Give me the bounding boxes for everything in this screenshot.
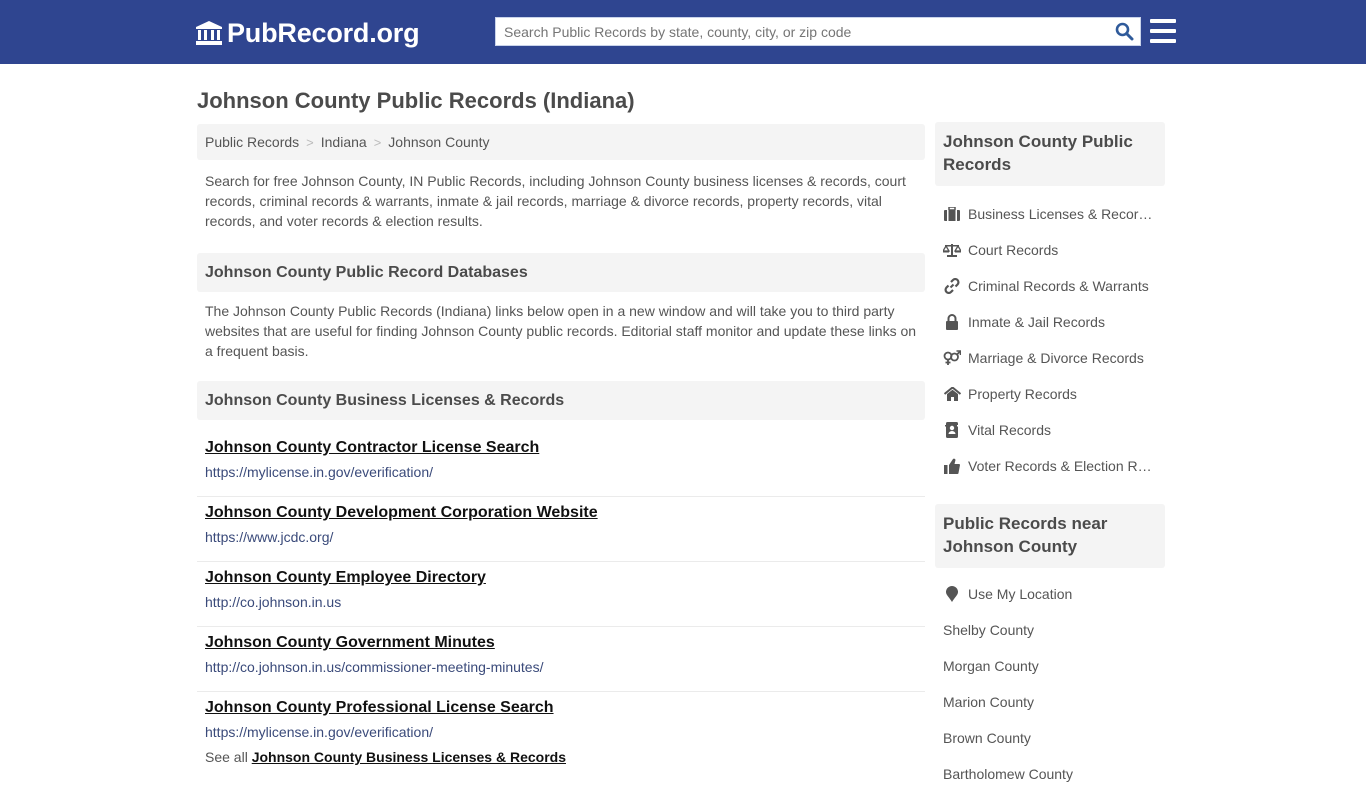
record-title-link[interactable]: Johnson County Professional License Sear…	[205, 698, 917, 718]
breadcrumb-indiana[interactable]: Indiana	[321, 134, 367, 150]
nearby-county-link[interactable]: Brown County	[935, 720, 1165, 756]
sidebar-item-vital[interactable]: Vital Records	[935, 412, 1165, 448]
sidebar-item-business[interactable]: Business Licenses & Records	[935, 196, 1165, 232]
breadcrumb-johnson-county[interactable]: Johnson County	[388, 134, 489, 150]
sidebar-item-voter[interactable]: Voter Records & Election Results	[935, 448, 1165, 484]
sidebar-category-list: Business Licenses & Records Court Record…	[935, 186, 1165, 484]
see-all-prefix: See all	[205, 749, 248, 765]
breadcrumb: Public Records > Indiana > Johnson Count…	[197, 124, 925, 160]
breadcrumb-separator: >	[373, 134, 382, 150]
scale-icon	[943, 242, 961, 258]
see-all-row: See all Johnson County Business Licenses…	[197, 749, 925, 765]
logo-text: PubRecord.org	[227, 17, 420, 48]
see-all-link[interactable]: Johnson County Business Licenses & Recor…	[252, 749, 566, 765]
breadcrumb-public-records[interactable]: Public Records	[205, 134, 299, 150]
menu-bar	[1150, 19, 1176, 23]
sidebar-item-property[interactable]: Property Records	[935, 376, 1165, 412]
record-url: https://mylicense.in.gov/everification/	[205, 724, 433, 740]
search-bar	[495, 17, 1141, 46]
business-heading: Johnson County Business Licenses & Recor…	[197, 381, 925, 420]
nearby-county-link[interactable]: Morgan County	[935, 648, 1165, 684]
databases-heading: Johnson County Public Record Databases	[197, 253, 925, 292]
search-icon	[1115, 22, 1133, 41]
sidebar-item-criminal[interactable]: Criminal Records & Warrants	[935, 268, 1165, 304]
record-title-link[interactable]: Johnson County Government Minutes	[205, 633, 917, 653]
link-icon	[943, 278, 961, 294]
briefcase-icon	[943, 206, 961, 222]
nearby-county-link[interactable]: Shelby County	[935, 612, 1165, 648]
hamburger-menu-icon[interactable]	[1150, 19, 1176, 43]
sidebar-item-inmate[interactable]: Inmate & Jail Records	[935, 304, 1165, 340]
lock-icon	[943, 314, 961, 330]
record-url: https://mylicense.in.gov/everification/	[205, 464, 433, 480]
thumbs-up-icon	[943, 458, 961, 474]
page-title: Johnson County Public Records (Indiana)	[197, 88, 635, 113]
sidebar-heading: Johnson County Public Records	[935, 122, 1165, 186]
record-list: Johnson County Contractor License Search…	[197, 432, 925, 757]
record-title-link[interactable]: Johnson County Development Corporation W…	[205, 503, 917, 523]
record-item: Johnson County Government Minutes http:/…	[197, 627, 925, 692]
record-item: Johnson County Contractor License Search…	[197, 432, 925, 497]
nearby-heading: Public Records near Johnson County	[935, 504, 1165, 568]
menu-bar	[1150, 39, 1176, 43]
record-item: Johnson County Employee Directory http:/…	[197, 562, 925, 627]
site-logo[interactable]: PubRecord.org	[195, 17, 420, 49]
record-title-link[interactable]: Johnson County Contractor License Search	[205, 438, 917, 458]
address-book-icon	[943, 422, 961, 438]
sidebar-item-marriage[interactable]: Marriage & Divorce Records	[935, 340, 1165, 376]
home-icon	[943, 386, 961, 402]
nearby-list: Use My Location Shelby County Morgan Cou…	[935, 568, 1165, 792]
sidebar-item-court[interactable]: Court Records	[935, 232, 1165, 268]
sidebar: Johnson County Public Records Business L…	[935, 122, 1165, 792]
menu-bar	[1150, 29, 1176, 33]
courthouse-icon	[196, 21, 222, 45]
gender-icon	[943, 350, 961, 366]
search-button[interactable]	[1108, 18, 1140, 45]
nearby-county-link[interactable]: Bartholomew County	[935, 756, 1165, 792]
breadcrumb-separator: >	[306, 134, 314, 150]
record-url: https://www.jcdc.org/	[205, 529, 334, 545]
record-item: Johnson County Development Corporation W…	[197, 497, 925, 562]
intro-text: Search for free Johnson County, IN Publi…	[205, 173, 906, 229]
record-url: http://co.johnson.in.us/commissioner-mee…	[205, 659, 544, 675]
record-title-link[interactable]: Johnson County Employee Directory	[205, 568, 917, 588]
use-my-location[interactable]: Use My Location	[935, 576, 1165, 612]
search-input[interactable]	[496, 18, 1108, 45]
top-navbar: PubRecord.org	[0, 0, 1366, 64]
nearby-county-link[interactable]: Marion County	[935, 684, 1165, 720]
map-marker-icon	[943, 586, 961, 602]
record-item: Johnson County Professional License Sear…	[197, 692, 925, 757]
databases-description: The Johnson County Public Records (India…	[205, 303, 917, 359]
record-url: http://co.johnson.in.us	[205, 594, 342, 610]
main-content: Public Records > Indiana > Johnson Count…	[197, 124, 925, 765]
